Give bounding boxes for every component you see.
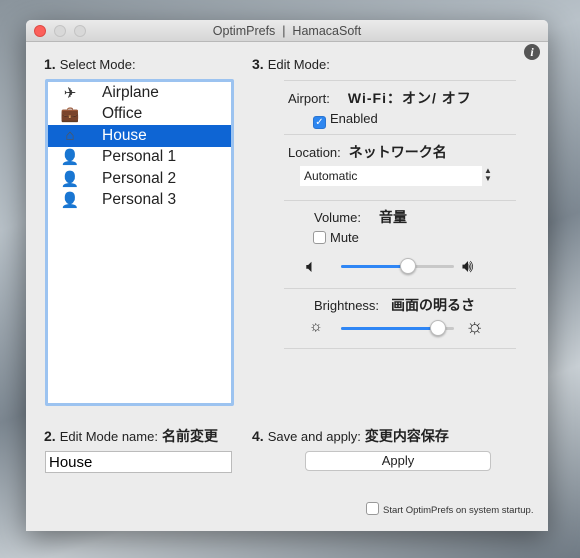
person-icon: 👤 — [60, 192, 80, 210]
close-button[interactable] — [34, 25, 46, 37]
checkmark-icon: ✓ — [313, 116, 326, 129]
person-icon: 👤 — [60, 170, 80, 188]
title-bar: OptimPrefs | HamacaSoft — [26, 20, 548, 42]
edit-name-heading: 2. Edit Mode name: 名前変更 — [44, 428, 218, 444]
location-select[interactable]: Automatic — [300, 166, 482, 186]
stepper-arrows-icon[interactable]: ▲ ▼ — [484, 167, 492, 183]
startup-checkbox[interactable]: Start OptimPrefs on system startup. — [366, 502, 533, 516]
apply-button[interactable]: Apply — [305, 451, 491, 471]
mode-item-airplane[interactable]: ✈ Airplane — [48, 82, 231, 104]
slider-knob[interactable] — [430, 320, 447, 336]
airport-enabled-checkbox[interactable]: ✓ Enabled — [313, 111, 378, 129]
speaker-low-icon: 🔈︎ — [306, 256, 317, 276]
volume-slider[interactable] — [341, 258, 454, 274]
edit-mode-heading: 3. Edit Mode: — [252, 56, 330, 72]
mode-item-office[interactable]: 💼 Office — [48, 104, 231, 126]
mode-label: Personal 2 — [102, 169, 177, 187]
person-icon: 👤 — [60, 149, 80, 167]
divider — [284, 348, 516, 349]
save-apply-heading: 4. Save and apply: 変更内容保存 — [252, 428, 449, 444]
mode-list[interactable]: ✈ Airplane 💼 Office ⌂ House 👤 Personal 1 👤 Person… — [45, 79, 234, 406]
mode-label: Personal 3 — [102, 191, 177, 209]
mode-label: Office — [102, 105, 143, 123]
mode-name-input[interactable] — [45, 451, 232, 473]
slider-knob[interactable] — [399, 258, 416, 274]
location-row: Location: ネットワーク名 — [288, 144, 447, 160]
brightness-slider[interactable] — [341, 320, 454, 336]
mode-item-house[interactable]: ⌂ House — [48, 125, 231, 147]
brightness-low-icon: ☼ — [309, 318, 323, 335]
divider — [284, 134, 516, 135]
mode-item-personal-3[interactable]: 👤 Personal 3 — [48, 190, 231, 212]
info-icon[interactable]: i — [524, 44, 540, 60]
brightness-high-icon: ☼ — [465, 315, 485, 338]
window-title: OptimPrefs | HamacaSoft — [212, 24, 362, 38]
airplane-icon: ✈ — [63, 84, 77, 102]
mode-item-personal-2[interactable]: 👤 Personal 2 — [48, 168, 231, 190]
mode-item-personal-1[interactable]: 👤 Personal 1 — [48, 147, 231, 169]
divider — [284, 200, 516, 201]
divider — [284, 288, 516, 289]
app-window: OptimPrefs | HamacaSoft i 1. Select Mode:… — [26, 20, 548, 531]
mode-label: House — [102, 126, 147, 144]
house-icon: ⌂ — [65, 127, 75, 145]
zoom-button[interactable] — [74, 25, 86, 37]
divider — [284, 80, 516, 81]
volume-row: Volume: 音量 — [314, 209, 407, 225]
mode-label: Personal 1 — [102, 148, 177, 166]
speaker-high-icon: 🔊︎ — [462, 256, 474, 276]
brightness-row: Brightness: 画面の明るさ — [314, 297, 476, 313]
minimize-button[interactable] — [54, 25, 66, 37]
mute-checkbox[interactable]: Mute — [313, 230, 359, 245]
airport-row: Airport: Wi-Fi：オン/ オフ — [288, 90, 472, 106]
mode-label: Airplane — [102, 83, 159, 101]
briefcase-icon: 💼 — [60, 106, 80, 124]
select-mode-heading: 1. Select Mode: — [44, 56, 136, 72]
